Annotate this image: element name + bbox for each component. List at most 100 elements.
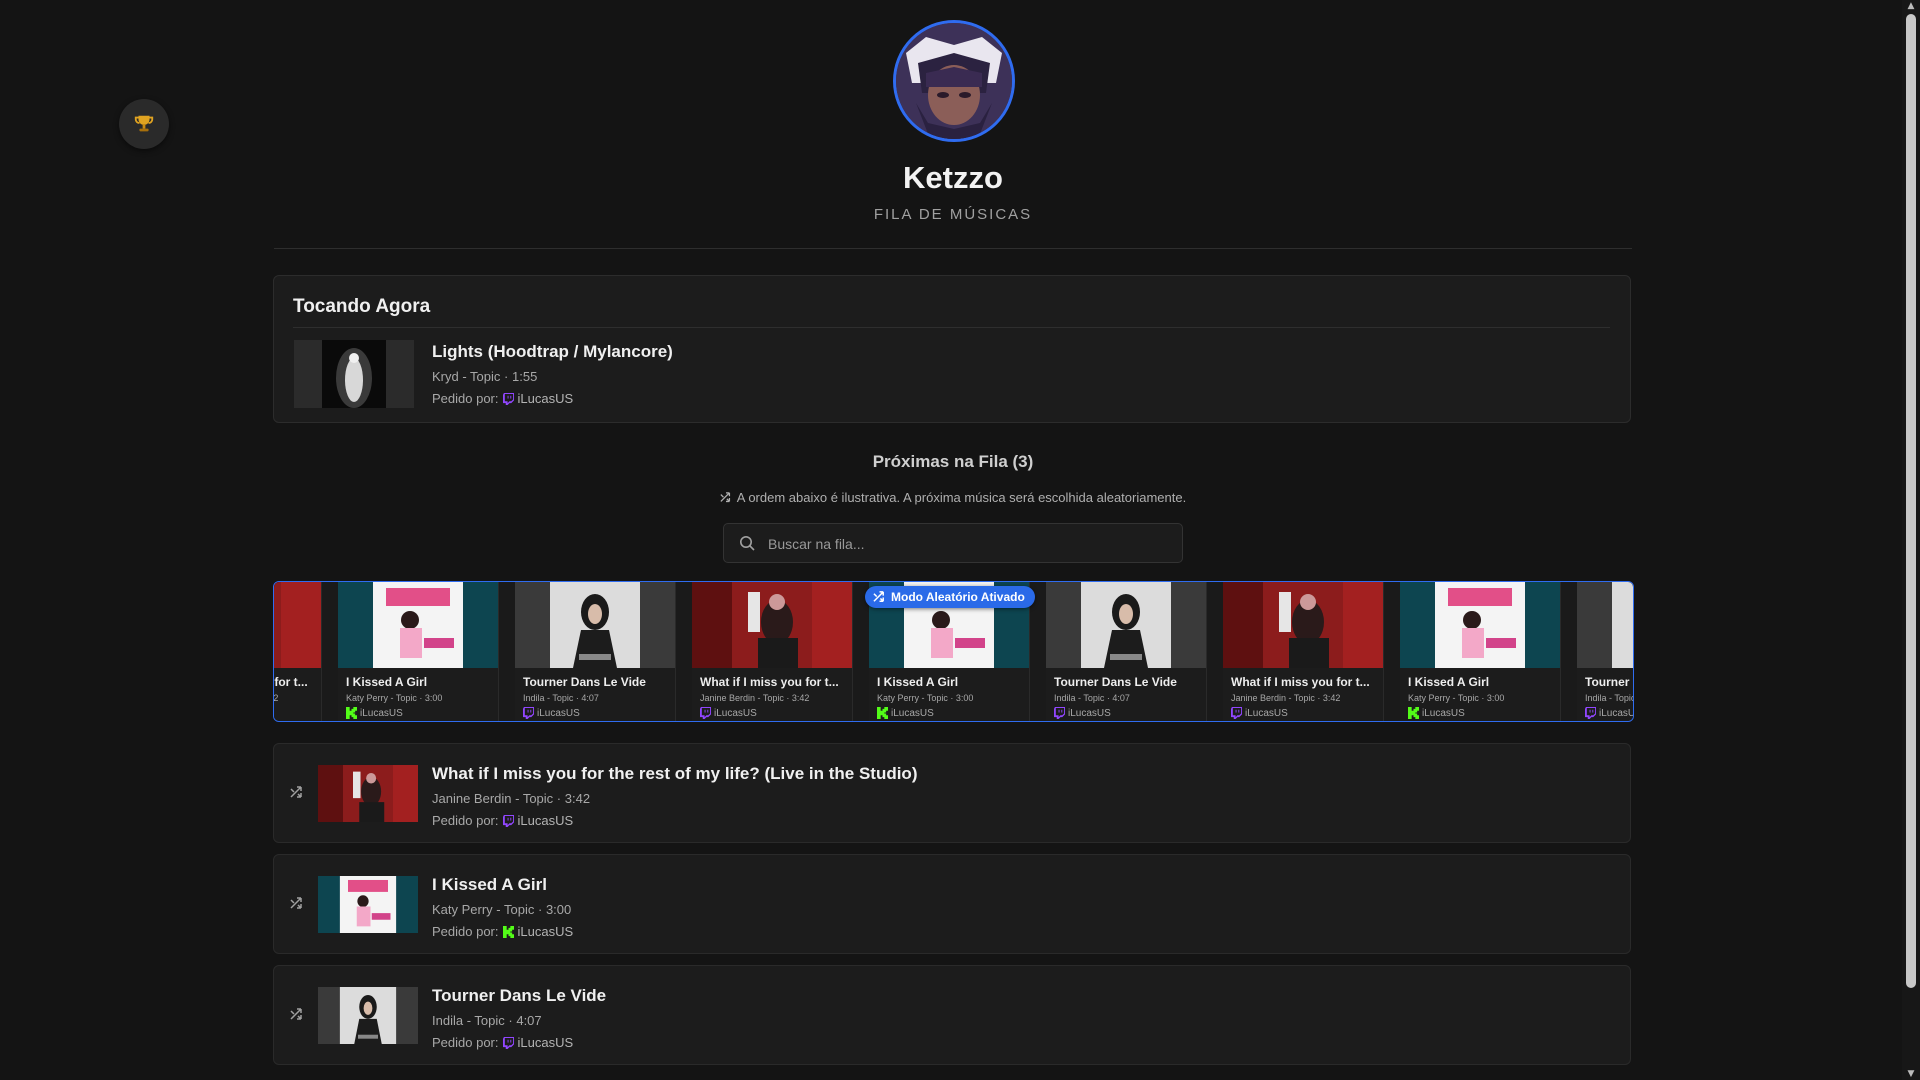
queue-item-info: I Kissed A Girl Katy Perry - Topic · 3:0…	[432, 875, 573, 939]
carousel-item[interactable]: What if I miss you for t... Janine Berdi…	[1223, 582, 1384, 721]
carousel-user: iLucasUS	[1068, 707, 1111, 719]
meta-separator: ·	[575, 693, 579, 703]
meta-separator: ·	[556, 791, 562, 806]
carousel-requested-by: iLucasUS	[346, 707, 403, 719]
meta-separator: ·	[786, 693, 790, 703]
carousel-artist: Indila - Topic	[1585, 693, 1634, 703]
scroll-up-arrow-icon[interactable]: ▲	[1906, 1, 1916, 11]
carousel-item[interactable]: Tourner Dans Le Vide Indila - Topic · 4:…	[1046, 582, 1207, 721]
shuffle-mode-badge: Modo Aleatório Ativado	[865, 586, 1035, 608]
scroll-down-arrow-icon[interactable]: ▼	[1906, 1069, 1916, 1079]
queue-item-info: What if I miss you for the rest of my li…	[432, 764, 917, 828]
carousel-requested-by: iLucasUS	[523, 707, 580, 719]
carousel-cover	[338, 582, 498, 668]
carousel-title: I Kissed A Girl	[877, 675, 959, 689]
queue-item-user[interactable]: iLucasUS	[518, 924, 574, 939]
queue-item[interactable]: I Kissed A Girl Katy Perry - Topic · 3:0…	[273, 854, 1631, 954]
carousel-duration: 3:42	[1322, 693, 1341, 703]
profile-username: Ketzzo	[903, 160, 1003, 195]
meta-separator: ·	[504, 369, 509, 384]
carousel-requested-by: iLucasUS	[1231, 707, 1288, 719]
carousel-meta: Janine Berdin - Topic · 3:42	[273, 693, 279, 703]
meta-separator: ·	[950, 693, 954, 703]
now-playing-heading: Tocando Agora	[293, 296, 431, 317]
now-playing-requested-by: Pedido por: iLucasUS	[432, 391, 673, 406]
meta-separator: ·	[1106, 693, 1110, 703]
carousel-duration: 3:42	[273, 693, 279, 703]
carousel-title: Tourner Dans Le Vide	[523, 675, 646, 689]
profile-subtitle: FILA DE MÚSICAS	[873, 206, 1033, 223]
carousel-title: Tourner Dans Le Vide	[1054, 675, 1177, 689]
queue-item-user[interactable]: iLucasUS	[518, 1035, 574, 1050]
carousel-user: iLucasUS	[360, 707, 403, 719]
carousel-meta: Katy Perry - Topic · 3:00	[1408, 693, 1504, 703]
requested-by-label: Pedido por:	[432, 813, 499, 828]
carousel-meta: Janine Berdin - Topic · 3:42	[700, 693, 809, 703]
twitch-icon	[502, 814, 514, 827]
queue-item-duration: 3:00	[545, 902, 572, 917]
queue-item[interactable]: What if I miss you for the rest of my li…	[273, 743, 1631, 843]
carousel-item[interactable]: I Kissed A Girl Katy Perry - Topic · 3:0…	[338, 582, 499, 721]
kick-icon	[502, 925, 514, 938]
search-input[interactable]	[766, 524, 1170, 564]
carousel-cover	[1223, 582, 1383, 668]
carousel-item[interactable]: I Kissed A Girl Katy Perry - Topic · 3:0…	[1400, 582, 1561, 721]
now-playing-divider	[293, 327, 1610, 328]
carousel-user: iLucasUS	[1245, 707, 1288, 719]
carousel-cover	[692, 582, 852, 668]
carousel-item[interactable]: Tourner Dans Le Vide Indila - Topic · 4:…	[515, 582, 676, 721]
queue-item-artist: Katy Perry - Topic	[432, 902, 535, 917]
carousel-cover	[515, 582, 675, 668]
carousel-cover	[1046, 582, 1206, 668]
twitch-icon	[502, 1036, 514, 1049]
queue-item-thumbnail	[318, 876, 418, 933]
meta-separator: ·	[419, 693, 423, 703]
twitch-icon	[502, 392, 514, 405]
now-playing-thumbnail	[294, 340, 414, 408]
scrollbar[interactable]: ▲ ▼	[1902, 0, 1920, 1080]
carousel-meta: Indila - Topic · 4:07	[523, 693, 599, 703]
requested-by-user[interactable]: iLucasUS	[518, 391, 574, 406]
queue-search[interactable]	[723, 523, 1183, 564]
carousel-duration: 3:42	[791, 693, 810, 703]
queue-item-user[interactable]: iLucasUS	[518, 813, 574, 828]
carousel-duration: 3:00	[1486, 693, 1505, 703]
carousel-meta: Indila - Topic · 4:07	[1054, 693, 1130, 703]
carousel-title: I Kissed A Girl	[1408, 675, 1490, 689]
trophy-icon	[134, 115, 154, 132]
carousel-requested-by: iLucasUS	[700, 707, 757, 719]
carousel-meta: Janine Berdin - Topic · 3:42	[1231, 693, 1340, 703]
carousel-item[interactable]: Tourner Dans Le Vide Indila - Topic · 4:…	[1577, 582, 1634, 721]
now-playing-card: Tocando Agora Lights (Hoodtrap / Mylanco…	[273, 275, 1631, 423]
carousel-cover	[1577, 582, 1633, 668]
queue-item-duration: 4:07	[516, 1013, 542, 1028]
now-playing-title: Lights (Hoodtrap / Mylancore)	[432, 342, 673, 361]
shuffle-icon	[290, 897, 302, 909]
queue-item-requested-by: Pedido por: iLucasUS	[432, 1035, 606, 1050]
shuffle-icon	[290, 786, 302, 798]
header-divider	[274, 248, 1632, 249]
carousel-item[interactable]: What if I miss you for t... Janine Berdi…	[692, 582, 853, 721]
carousel-meta: Indila - Topic · 4:07	[1585, 693, 1634, 703]
requested-by-label: Pedido por:	[432, 1035, 499, 1050]
carousel-artist: Katy Perry - Topic	[1408, 693, 1479, 703]
twitch-icon	[523, 707, 534, 719]
carousel-requested-by: iLucasUS	[877, 707, 934, 719]
queue-item-requested-by: Pedido por: iLucasUS	[432, 924, 573, 939]
queue-item[interactable]: Tourner Dans Le Vide Indila - Topic · 4:…	[273, 965, 1631, 1065]
trophy-button[interactable]	[119, 99, 169, 149]
shuffle-note: A ordem abaixo é ilustrativa. A próxima …	[0, 490, 1906, 505]
carousel-item[interactable]: What if I miss you for t... Janine Berdi…	[273, 582, 322, 721]
requested-by-label: Pedido por:	[432, 391, 499, 406]
twitch-icon	[1585, 707, 1596, 719]
scroll-thumb[interactable]	[1906, 14, 1916, 988]
queue-item-duration: 3:42	[564, 791, 591, 806]
queue-heading: Próximas na Fila (3)	[872, 452, 1034, 471]
carousel-title: What if I miss you for t...	[274, 675, 308, 689]
meta-separator: ·	[508, 1013, 513, 1028]
queue-item-title: What if I miss you for the rest of my li…	[432, 764, 918, 783]
carousel-meta: Katy Perry - Topic · 3:00	[877, 693, 973, 703]
page: Ketzzo FILA DE MÚSICAS Tocando Agora Lig…	[0, 0, 1920, 1080]
now-playing-meta: Kryd - Topic · 1:55	[432, 369, 673, 384]
now-playing-duration: 1:55	[512, 369, 538, 384]
